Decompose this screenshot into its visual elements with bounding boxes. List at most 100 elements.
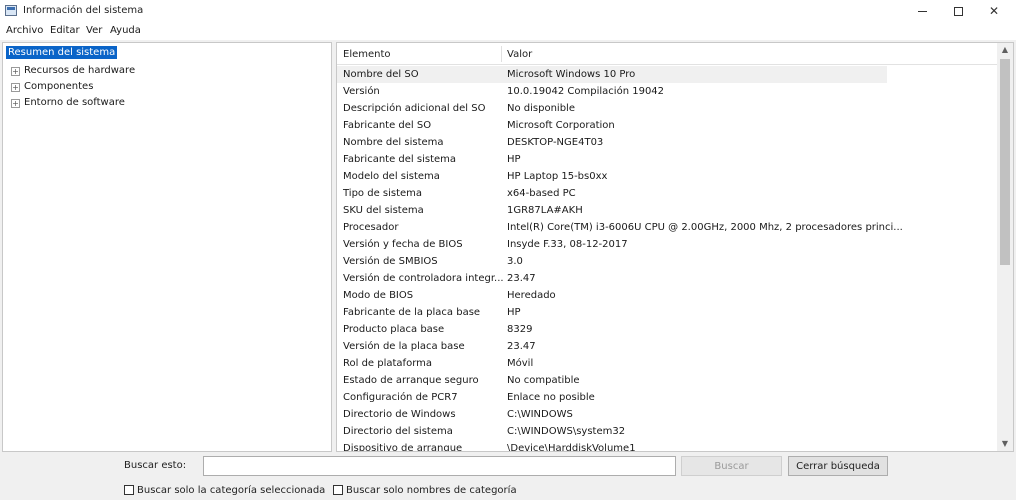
- vertical-scrollbar[interactable]: ▲ ▼: [997, 43, 1013, 451]
- cell-element: Directorio del sistema: [343, 426, 453, 437]
- menu-ver[interactable]: Ver: [86, 25, 102, 36]
- close-icon: ✕: [988, 4, 1000, 18]
- cell-element: Fabricante del SO: [343, 120, 432, 131]
- table-row[interactable]: Dispositivo de arranque \Device\HarddiskV…: [337, 440, 887, 452]
- table-row[interactable]: Versión de controladora integr... 23.47: [337, 270, 887, 287]
- cell-value: No compatible: [507, 375, 580, 386]
- window-title: Información del sistema: [23, 5, 144, 16]
- search-input[interactable]: [203, 456, 676, 476]
- details-list[interactable]: Elemento Valor Nombre del SO Microsoft Wi…: [336, 42, 1014, 452]
- cell-value: 1GR87LA#AKH: [507, 205, 583, 216]
- cell-element: SKU del sistema: [343, 205, 424, 216]
- close-search-button[interactable]: Cerrar búsqueda: [788, 456, 888, 476]
- system-info-app-icon: [5, 5, 17, 16]
- table-row[interactable]: Rol de plataforma Móvil: [337, 355, 887, 372]
- menu-archivo[interactable]: Archivo: [6, 25, 43, 36]
- table-row[interactable]: Estado de arranque seguro No compatible: [337, 372, 887, 389]
- column-header-value[interactable]: Valor: [507, 49, 532, 60]
- cell-value: 3.0: [507, 256, 523, 267]
- maximize-icon: [953, 6, 963, 16]
- table-row[interactable]: Fabricante del SO Microsoft Corporation: [337, 117, 887, 134]
- title-bar: Información del sistema ✕: [0, 0, 1016, 22]
- cell-element: Configuración de PCR7: [343, 392, 458, 403]
- expand-icon[interactable]: +: [11, 99, 20, 108]
- cell-value: Enlace no posible: [507, 392, 595, 403]
- table-row[interactable]: Directorio de Windows C:\WINDOWS: [337, 406, 887, 423]
- cell-value: Microsoft Corporation: [507, 120, 615, 131]
- column-divider[interactable]: [501, 46, 502, 62]
- table-row[interactable]: Nombre del SO Microsoft Windows 10 Pro: [337, 66, 887, 83]
- table-row[interactable]: Fabricante de la placa base HP: [337, 304, 887, 321]
- menu-editar[interactable]: Editar: [50, 25, 80, 36]
- cell-value: HP: [507, 307, 521, 318]
- table-row[interactable]: Nombre del sistema DESKTOP-NGE4T03: [337, 134, 887, 151]
- search-bar: Buscar esto: Buscar Cerrar búsqueda Busc…: [0, 452, 1016, 500]
- cell-value: HP Laptop 15-bs0xx: [507, 171, 608, 182]
- column-header-element[interactable]: Elemento: [343, 49, 391, 60]
- scroll-thumb[interactable]: [1000, 59, 1010, 265]
- expand-icon[interactable]: +: [11, 67, 20, 76]
- cell-value: No disponible: [507, 103, 575, 114]
- checkbox-category-names[interactable]: [333, 485, 343, 495]
- cell-element: Descripción adicional del SO: [343, 103, 486, 114]
- cell-element: Versión de la placa base: [343, 341, 465, 352]
- cell-element: Fabricante de la placa base: [343, 307, 481, 318]
- cell-element: Rol de plataforma: [343, 358, 432, 369]
- table-row[interactable]: Tipo de sistema x64-based PC: [337, 185, 887, 202]
- table-row[interactable]: Producto placa base 8329: [337, 321, 887, 338]
- table-row[interactable]: Modelo del sistema HP Laptop 15-bs0xx: [337, 168, 887, 185]
- minimize-button[interactable]: [904, 0, 940, 22]
- cell-element: Estado de arranque seguro: [343, 375, 479, 386]
- minimize-icon: [917, 10, 927, 12]
- cell-element: Modelo del sistema: [343, 171, 440, 182]
- table-row[interactable]: Versión de SMBIOS 3.0: [337, 253, 887, 270]
- table-row[interactable]: Fabricante del sistema HP: [337, 151, 887, 168]
- option-category-names-label: Buscar solo nombres de categoría: [346, 484, 517, 496]
- tree-item-components[interactable]: + Componentes: [11, 81, 93, 92]
- cell-element: Versión de SMBIOS: [343, 256, 438, 267]
- table-row[interactable]: Versión y fecha de BIOS Insyde F.33, 08-1…: [337, 236, 887, 253]
- option-selected-category[interactable]: Buscar solo la categoría seleccionada: [124, 484, 325, 496]
- tree-item-label: Recursos de hardware: [24, 65, 136, 76]
- cell-value: Móvil: [507, 358, 534, 369]
- cell-value: 23.47: [507, 273, 536, 284]
- tree-item-label: Componentes: [24, 81, 94, 92]
- menu-bar: Archivo Editar Ver Ayuda: [0, 22, 1016, 40]
- expand-icon[interactable]: +: [11, 83, 20, 92]
- option-category-names[interactable]: Buscar solo nombres de categoría: [333, 484, 517, 496]
- cell-element: Modo de BIOS: [343, 290, 414, 301]
- cell-element: Tipo de sistema: [343, 188, 423, 199]
- cell-value: x64-based PC: [507, 188, 576, 199]
- table-row[interactable]: Versión de la placa base 23.47: [337, 338, 887, 355]
- cell-value: HP: [507, 154, 521, 165]
- table-row[interactable]: SKU del sistema 1GR87LA#AKH: [337, 202, 887, 219]
- category-tree[interactable]: Resumen del sistema + Recursos de hardwar…: [2, 42, 332, 452]
- table-row[interactable]: Configuración de PCR7 Enlace no posible: [337, 389, 887, 406]
- checkbox-selected-category[interactable]: [124, 485, 134, 495]
- scroll-up-arrow-icon[interactable]: ▲: [997, 43, 1013, 57]
- table-row[interactable]: Descripción adicional del SO No disponibl…: [337, 100, 887, 117]
- cell-element: Nombre del SO: [343, 69, 419, 80]
- table-row[interactable]: Modo de BIOS Heredado: [337, 287, 887, 304]
- tree-item-software-environment[interactable]: + Entorno de software: [11, 97, 125, 108]
- close-button[interactable]: ✕: [976, 0, 1012, 22]
- maximize-button[interactable]: [940, 0, 976, 22]
- cell-element: Producto placa base: [343, 324, 445, 335]
- tree-item-hardware-resources[interactable]: + Recursos de hardware: [11, 65, 135, 76]
- search-button[interactable]: Buscar: [681, 456, 782, 476]
- cell-element: Versión de controladora integr...: [343, 273, 504, 284]
- tree-item-label: Entorno de software: [24, 97, 125, 108]
- menu-ayuda[interactable]: Ayuda: [110, 25, 141, 36]
- cell-element: Dispositivo de arranque: [343, 443, 463, 452]
- table-row[interactable]: Directorio del sistema C:\WINDOWS\system3…: [337, 423, 887, 440]
- cell-value: Intel(R) Core(TM) i3-6006U CPU @ 2.00GHz…: [507, 222, 903, 233]
- cell-element: Versión y fecha de BIOS: [343, 239, 463, 250]
- scroll-down-arrow-icon[interactable]: ▼: [997, 437, 1013, 451]
- cell-element: Nombre del sistema: [343, 137, 444, 148]
- table-row[interactable]: Versión 10.0.19042 Compilación 19042: [337, 83, 887, 100]
- cell-value: Heredado: [507, 290, 556, 301]
- list-header: Elemento Valor: [337, 43, 997, 65]
- tree-item-system-summary[interactable]: Resumen del sistema: [6, 46, 118, 59]
- cell-element: Procesador: [343, 222, 399, 233]
- table-row[interactable]: Procesador Intel(R) Core(TM) i3-6006U CPU…: [337, 219, 903, 236]
